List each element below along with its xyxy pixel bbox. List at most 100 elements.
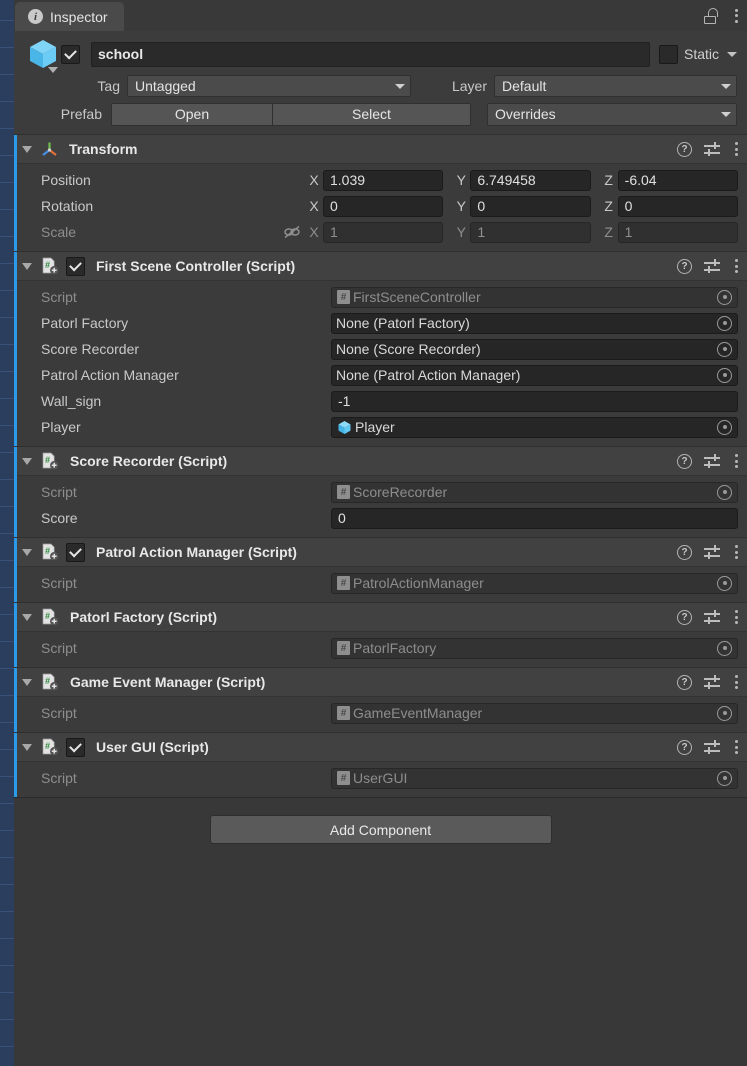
help-icon[interactable]: ?: [677, 258, 692, 274]
text-input[interactable]: -1: [331, 390, 738, 412]
object-picker-icon[interactable]: [717, 289, 732, 305]
prefab-override-bar: [14, 668, 17, 732]
component-header[interactable]: Transform?: [14, 135, 747, 164]
preset-icon[interactable]: [704, 454, 720, 468]
axis-input-x[interactable]: 1.039: [323, 169, 444, 191]
object-field[interactable]: # GameEventManager: [331, 702, 738, 724]
foldout-arrow-icon[interactable]: [22, 743, 32, 751]
layer-dropdown[interactable]: Default: [494, 75, 737, 97]
cs-script-icon: #: [41, 452, 59, 470]
prefab-select-button[interactable]: Select: [273, 102, 471, 126]
property-label: Patrol Action Manager: [41, 367, 179, 383]
object-field[interactable]: None (Score Recorder): [331, 338, 738, 360]
axis-input-z[interactable]: -6.04: [617, 169, 738, 191]
kebab-menu-icon[interactable]: [732, 738, 741, 756]
script-mini-icon: #: [337, 576, 350, 590]
component-enabled-checkbox[interactable]: [66, 542, 85, 562]
svg-text:#: #: [45, 546, 50, 556]
kebab-menu-icon[interactable]: [732, 543, 741, 561]
axis-input-y[interactable]: 6.749458: [470, 169, 591, 191]
object-picker-icon[interactable]: [717, 484, 732, 500]
object-picker-icon[interactable]: [717, 367, 732, 383]
cs-script-icon: #: [41, 543, 59, 561]
gameobject-dropdown-caret[interactable]: [48, 67, 58, 73]
object-picker-icon[interactable]: [717, 705, 732, 721]
axis-input-y[interactable]: 0: [470, 195, 591, 217]
help-icon[interactable]: ?: [677, 674, 692, 690]
add-component-button[interactable]: Add Component: [209, 815, 552, 844]
property-label: Script: [41, 640, 77, 656]
foldout-arrow-icon[interactable]: [22, 457, 32, 465]
script-mini-icon: #: [337, 485, 350, 499]
object-field[interactable]: # PatorlFactory: [331, 637, 738, 659]
foldout-arrow-icon[interactable]: [22, 678, 32, 686]
kebab-menu-icon[interactable]: [732, 7, 741, 25]
component-header[interactable]: # User GUI (Script)?: [14, 733, 747, 762]
inspector-panel: school Static Tag Untagged Layer Default…: [14, 31, 747, 1066]
kebab-menu-icon[interactable]: [732, 257, 741, 275]
static-chevron-down-icon[interactable]: [727, 51, 737, 57]
axis-input-x[interactable]: 1: [323, 221, 444, 243]
chevron-down-icon: [721, 83, 731, 89]
static-checkbox[interactable]: [658, 44, 678, 64]
component-header[interactable]: # Patrol Action Manager (Script)?: [14, 538, 747, 567]
foldout-arrow-icon[interactable]: [22, 262, 32, 270]
axis-label-y: Y: [456, 224, 466, 240]
preset-icon[interactable]: [704, 610, 720, 624]
axis-label-y: Y: [456, 172, 466, 188]
constrain-proportions-off-icon[interactable]: [283, 224, 301, 240]
preset-icon[interactable]: [704, 545, 720, 559]
gameobject-name-input[interactable]: school: [91, 41, 650, 67]
prefab-cube-icon[interactable]: [27, 38, 61, 73]
object-field[interactable]: # FirstSceneController: [331, 286, 738, 308]
object-picker-icon[interactable]: [717, 315, 732, 331]
kebab-menu-icon[interactable]: [732, 608, 741, 626]
axis-input-z[interactable]: 0: [617, 195, 738, 217]
text-input[interactable]: 0: [331, 507, 738, 529]
help-icon[interactable]: ?: [677, 609, 692, 625]
tag-dropdown[interactable]: Untagged: [127, 75, 411, 97]
kebab-menu-icon[interactable]: [732, 140, 741, 158]
component-header[interactable]: # Score Recorder (Script)?: [14, 447, 747, 476]
help-icon[interactable]: ?: [677, 739, 692, 755]
help-icon[interactable]: ?: [677, 544, 692, 560]
axis-input-x[interactable]: 0: [323, 195, 444, 217]
help-icon[interactable]: ?: [677, 141, 692, 157]
layer-value: Default: [502, 78, 547, 94]
object-picker-icon[interactable]: [717, 770, 732, 786]
preset-icon[interactable]: [704, 142, 720, 156]
preset-icon[interactable]: [704, 259, 720, 273]
prefab-overrides-dropdown[interactable]: Overrides: [487, 102, 737, 126]
gameobject-enabled-checkbox[interactable]: [61, 44, 80, 64]
component-header[interactable]: # Game Event Manager (Script)?: [14, 668, 747, 697]
axis-input-z[interactable]: 1: [617, 221, 738, 243]
object-field[interactable]: # UserGUI: [331, 767, 738, 789]
prefab-open-button[interactable]: Open: [111, 102, 273, 126]
foldout-arrow-icon[interactable]: [22, 548, 32, 556]
prefab-override-bar: [14, 538, 17, 602]
kebab-menu-icon[interactable]: [732, 673, 741, 691]
object-picker-icon[interactable]: [717, 341, 732, 357]
kebab-menu-icon[interactable]: [732, 452, 741, 470]
object-picker-icon[interactable]: [717, 575, 732, 591]
axis-input-y[interactable]: 1: [470, 221, 591, 243]
foldout-arrow-icon[interactable]: [22, 145, 32, 153]
tab-inspector[interactable]: i Inspector: [15, 2, 124, 31]
component-header-actions: ?: [677, 738, 741, 756]
lock-open-icon[interactable]: [704, 7, 718, 24]
component-enabled-checkbox[interactable]: [66, 256, 85, 276]
object-picker-icon[interactable]: [717, 419, 732, 435]
object-field[interactable]: # ScoreRecorder: [331, 481, 738, 503]
object-picker-icon[interactable]: [717, 640, 732, 656]
object-field[interactable]: None (Patorl Factory): [331, 312, 738, 334]
foldout-arrow-icon[interactable]: [22, 613, 32, 621]
help-icon[interactable]: ?: [677, 453, 692, 469]
preset-icon[interactable]: [704, 675, 720, 689]
preset-icon[interactable]: [704, 740, 720, 754]
object-field[interactable]: # PatrolActionManager: [331, 572, 738, 594]
component-header[interactable]: # First Scene Controller (Script)?: [14, 252, 747, 281]
component-enabled-checkbox[interactable]: [66, 737, 85, 757]
object-field[interactable]: None (Patrol Action Manager): [331, 364, 738, 386]
object-field[interactable]: Player: [331, 416, 738, 438]
component-header[interactable]: # Patorl Factory (Script)?: [14, 603, 747, 632]
